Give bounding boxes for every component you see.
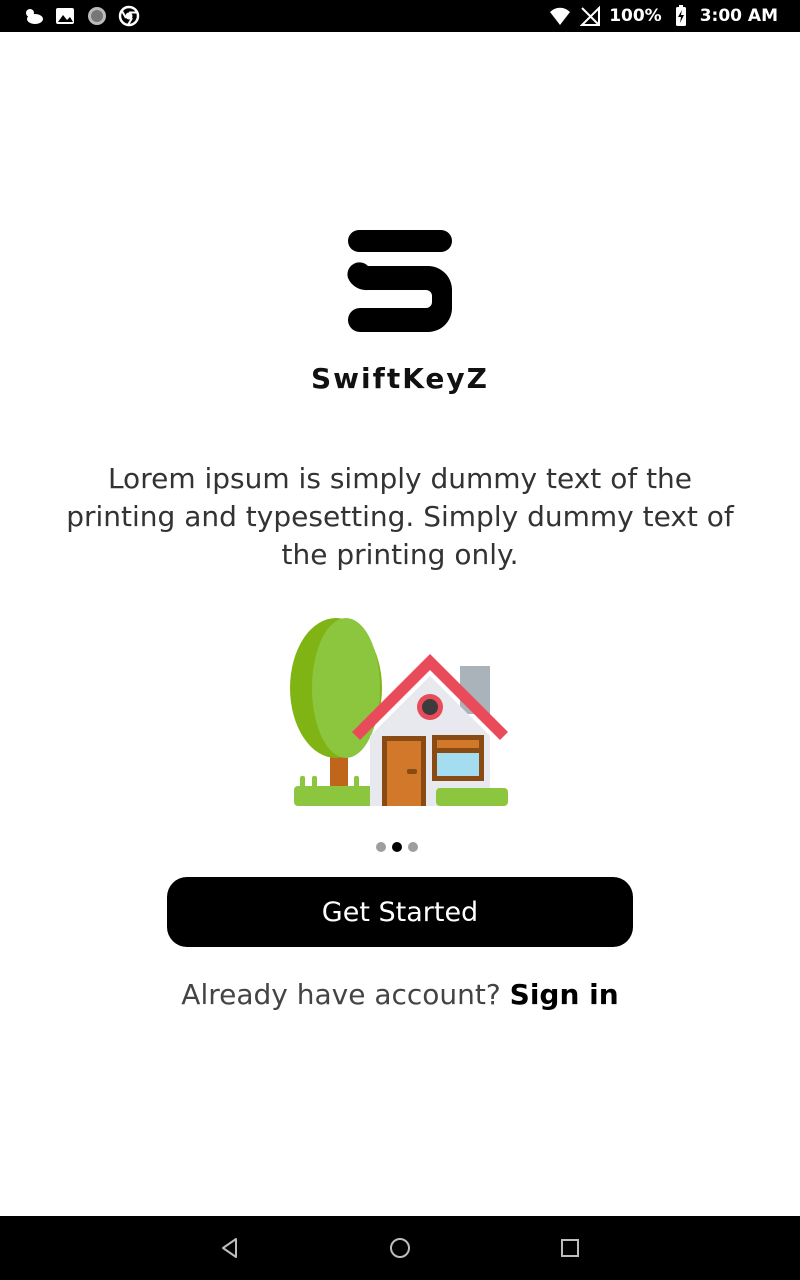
back-icon[interactable] [218, 1236, 242, 1260]
recents-icon[interactable] [558, 1236, 582, 1260]
system-status: 100% 3:00 AM [549, 0, 778, 32]
no-signal-icon [579, 5, 601, 26]
page-indicator [376, 842, 418, 852]
circle-icon [88, 7, 106, 25]
onboarding-screen: SwiftKeyZ Lorem ipsum is simply dummy te… [0, 32, 800, 1216]
house-illustration [290, 618, 508, 806]
signin-prompt: Already have account? [181, 978, 510, 1011]
signin-row: Already have account? Sign in [0, 978, 800, 1011]
image-icon [56, 8, 74, 24]
swiftkeyz-logo-icon [347, 230, 452, 332]
battery-percent: 100% [609, 6, 662, 26]
notification-icons [22, 5, 140, 27]
clock: 3:00 AM [699, 6, 778, 26]
get-started-button[interactable]: Get Started [167, 877, 633, 947]
battery-charging-icon [675, 5, 686, 26]
onboarding-description: Lorem ipsum is simply dummy text of the … [66, 462, 734, 571]
chrome-icon [118, 5, 140, 27]
page-dot-active[interactable] [392, 842, 402, 852]
app-name: SwiftKeyZ [311, 362, 489, 395]
navigation-bar [0, 1216, 800, 1280]
wifi-icon [550, 7, 571, 25]
page-dot[interactable] [408, 842, 418, 852]
status-bar: 100% 3:00 AM [0, 0, 800, 32]
home-icon[interactable] [388, 1236, 412, 1260]
weather-icon [26, 9, 43, 24]
page-dot[interactable] [376, 842, 386, 852]
signin-link[interactable]: Sign in [510, 978, 619, 1011]
